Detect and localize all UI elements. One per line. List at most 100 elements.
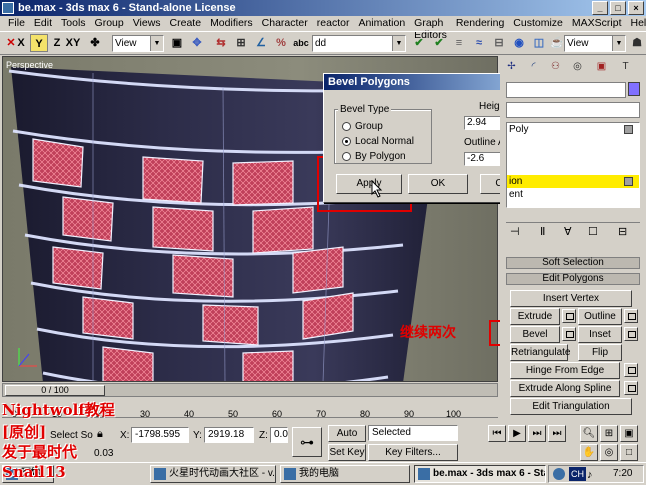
maximize-viewport-icon[interactable]: □ [620, 444, 638, 461]
menu-character[interactable]: Character [258, 16, 313, 31]
inset-settings-icon[interactable] [624, 327, 638, 341]
outline-settings-icon[interactable] [624, 309, 638, 323]
ok-button[interactable]: OK [408, 174, 468, 194]
snap-icon[interactable]: ✤ [86, 34, 104, 52]
object-name-field[interactable] [506, 82, 626, 98]
viewport-label[interactable]: Perspective [6, 60, 53, 70]
snap-angle-icon[interactable]: ∠ [252, 34, 270, 52]
minimize-button[interactable]: _ [592, 1, 608, 15]
language-indicator[interactable]: CH [569, 467, 586, 481]
radio-by-polygon[interactable]: By Polygon [342, 151, 406, 162]
soft-selection-rollout[interactable]: Soft Selection [506, 257, 640, 269]
schematic-icon[interactable]: ⊟ [490, 34, 508, 52]
menu-maxscript[interactable]: MAXScript [568, 16, 627, 31]
align-checkmark-icon[interactable]: ✔ [430, 34, 448, 52]
create-tab-icon[interactable]: ✢ [502, 58, 521, 76]
stack-item[interactable]: ent [507, 188, 639, 201]
taskbar-item-browser[interactable]: 火星时代动画大社区 - v... [150, 465, 276, 483]
play-icon[interactable]: ▶ [508, 425, 526, 442]
taskbar-item-my-computer[interactable]: 我的电脑 [280, 465, 410, 483]
go-to-end-icon[interactable]: ⏭ [548, 425, 566, 442]
edit-polygons-rollout[interactable]: Edit Polygons [506, 273, 640, 285]
percent-snap-icon[interactable]: % [272, 34, 290, 52]
menu-file[interactable]: File [4, 16, 30, 31]
menu-graph-editors[interactable]: Graph Editors [410, 16, 452, 41]
zoom-all-icon[interactable]: ⊞ [600, 425, 618, 442]
next-frame-icon[interactable]: ⏭ [528, 425, 546, 442]
extrude-button[interactable]: Extrude [510, 308, 560, 325]
retriangulate-button[interactable]: Retriangulate [510, 344, 570, 361]
time-slider[interactable]: 0 / 100 [2, 383, 498, 397]
axis-x-button[interactable]: X [12, 34, 30, 52]
apply-button[interactable]: Apply [336, 174, 402, 194]
menu-tools[interactable]: Tools [57, 16, 91, 31]
reference-coord-dropdown[interactable]: View ▼ [112, 35, 164, 52]
hinge-from-edge-button[interactable]: Hinge From Edge [510, 362, 620, 379]
modifier-stack[interactable]: Poly ion ent [506, 122, 640, 208]
menu-views[interactable]: Views [129, 16, 166, 31]
insert-vertex-button[interactable]: Insert Vertex [510, 290, 632, 307]
object-color-swatch[interactable] [628, 82, 640, 96]
layer-icon[interactable]: ≡ [450, 34, 468, 52]
x-coordinate-field[interactable]: -1798.595 [131, 427, 189, 443]
utilities-tab-icon[interactable]: T [616, 58, 635, 76]
lock-selection-icon[interactable]: 🔒︎ [97, 428, 103, 441]
maximize-button[interactable]: □ [610, 1, 626, 15]
stack-item[interactable] [507, 149, 639, 162]
mirror-checkmark-icon[interactable]: ✔ [410, 34, 428, 52]
menu-edit[interactable]: Edit [30, 16, 57, 31]
taskbar-item-3dsmax[interactable]: be.max - 3ds max 6 - Sta... [414, 465, 546, 483]
menu-animation[interactable]: Animation [354, 16, 410, 31]
material-editor-icon[interactable]: ◉ [510, 34, 528, 52]
menu-group[interactable]: Group [91, 16, 129, 31]
bevel-button[interactable]: Bevel [510, 326, 560, 343]
hierarchy-tab-icon[interactable]: ⚇ [546, 58, 565, 76]
extrude-spline-settings-icon[interactable] [624, 381, 638, 395]
flip-button[interactable]: Flip [578, 344, 622, 361]
show-end-result-icon[interactable]: Ⅱ [540, 225, 545, 238]
close-button[interactable]: × [628, 1, 644, 15]
bevel-settings-icon[interactable] [562, 327, 576, 341]
remove-modifier-icon[interactable]: ☐ [588, 225, 598, 238]
select-manip-icon[interactable]: ✥ [188, 34, 206, 52]
orbit-icon[interactable]: ◎ [600, 444, 618, 461]
named-selection-dropdown[interactable]: dd ▼ [312, 35, 406, 52]
stack-item[interactable] [507, 136, 639, 149]
menu-help[interactable]: Help [627, 16, 646, 31]
outline-button[interactable]: Outline [578, 308, 622, 325]
edit-named-sel-icon[interactable]: abc [292, 34, 310, 52]
y-coordinate-field[interactable]: 2919.18 [204, 427, 254, 443]
pivot-icon[interactable]: ▣ [168, 34, 186, 52]
menu-rendering[interactable]: Rendering [452, 16, 509, 31]
axis-xy-button[interactable]: XY [64, 34, 82, 52]
motion-tab-icon[interactable]: ◎ [568, 58, 587, 76]
teapot-render-icon[interactable]: ☗ [628, 34, 646, 52]
stack-item[interactable] [507, 162, 639, 175]
edit-triangulation-button[interactable]: Edit Triangulation [510, 398, 632, 415]
axis-y-button[interactable]: Y [30, 34, 48, 52]
hinge-settings-icon[interactable] [624, 363, 638, 377]
modify-tab-icon[interactable]: ◜ [524, 58, 543, 76]
menu-modifiers[interactable]: Modifiers [206, 16, 258, 31]
z-coordinate-field[interactable]: 0.0 [270, 427, 288, 443]
make-unique-icon[interactable]: ∀ [564, 225, 572, 238]
extrude-settings-icon[interactable] [562, 309, 576, 323]
set-key-button[interactable]: Set Key [328, 444, 366, 461]
pin-stack-icon[interactable]: ⊣ [510, 225, 520, 238]
auto-key-button[interactable]: Auto Key [328, 425, 366, 454]
menu-reactor[interactable]: reactor [313, 16, 355, 31]
render-scene-icon[interactable]: ◫ [530, 34, 548, 52]
pan-icon[interactable]: ✋ [580, 444, 598, 461]
key-mode-icon[interactable]: ⊶ [292, 427, 322, 457]
configure-sets-icon[interactable]: ⊟ [618, 225, 627, 238]
go-to-start-icon[interactable]: ⏮ [488, 425, 506, 442]
volume-icon[interactable]: ♪ [587, 467, 593, 483]
key-selection-dropdown[interactable]: Selected [368, 425, 458, 441]
modifier-list-dropdown[interactable] [506, 102, 640, 118]
menu-create[interactable]: Create [166, 16, 207, 31]
inset-button[interactable]: Inset [578, 326, 622, 343]
radio-group[interactable]: Group [342, 121, 383, 132]
align-icon[interactable]: ⊞ [232, 34, 250, 52]
zoom-icon[interactable]: 🔍︎ [580, 425, 598, 442]
display-tab-icon[interactable]: ▣ [592, 58, 611, 76]
